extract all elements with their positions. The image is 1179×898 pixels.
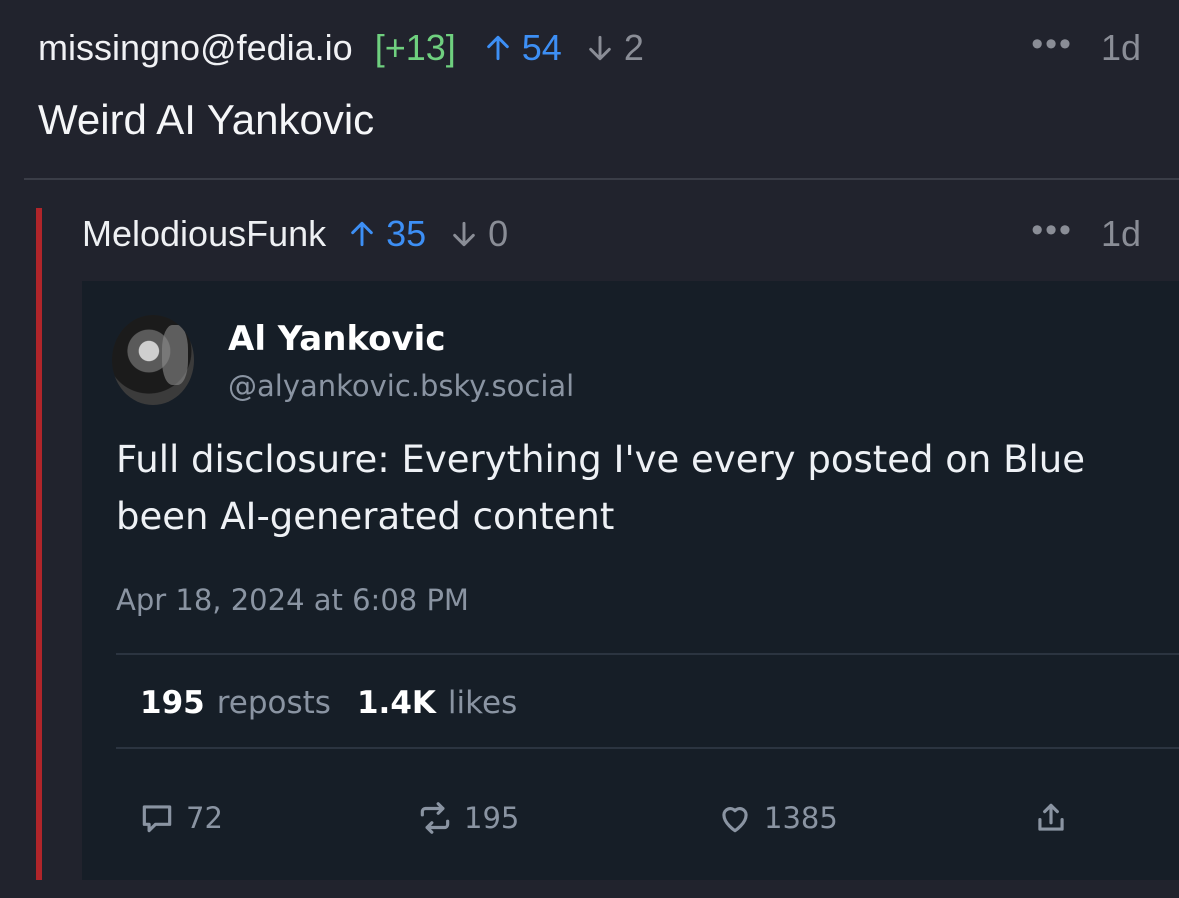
embed-share	[1032, 799, 1080, 837]
reply-icon	[142, 805, 172, 833]
embed-reply: 72	[138, 799, 223, 837]
reposts-count: 195	[140, 685, 205, 721]
embed-handle: @alyankovic.bsky.social	[228, 369, 575, 403]
post-author-link[interactable]: missingno@fedia.io	[38, 27, 353, 69]
repost-icon	[420, 802, 450, 834]
comment-age: 1d	[1100, 213, 1141, 254]
heart-icon	[722, 807, 748, 833]
reply-count: 72	[186, 801, 223, 835]
post-title[interactable]: Weird AI Yankovic	[38, 96, 374, 144]
embed-text-line: been AI-generated content	[116, 495, 615, 538]
repost-count: 195	[464, 801, 520, 835]
embed-display-name: Al Yankovic	[228, 319, 446, 359]
comment-header: MelodiousFunk 35 0	[82, 212, 508, 256]
comment-downvote-count: 0	[488, 213, 509, 254]
arrow-up-icon	[351, 221, 373, 247]
divider	[24, 178, 1179, 180]
likes-label: likes	[447, 685, 518, 721]
arrow-down-icon	[453, 221, 475, 247]
embed-like: 1385	[716, 799, 838, 837]
post-score: [+13]	[374, 27, 456, 68]
more-icon[interactable]: •••	[1031, 25, 1073, 64]
avatar	[112, 315, 194, 405]
post-age: 1d	[1100, 27, 1141, 68]
post-upvote-button[interactable]: 54	[482, 27, 562, 69]
likes-count: 1.4K	[356, 685, 436, 721]
post-downvote-count: 2	[623, 27, 644, 68]
comment-upvote-count: 35	[386, 213, 427, 254]
embed-text: Full disclosure: Everything I've every p…	[116, 431, 1179, 545]
divider	[116, 653, 1179, 655]
post-meta: ••• 1d	[1031, 25, 1141, 70]
comment-thread-rail[interactable]	[36, 208, 42, 880]
arrow-down-icon	[589, 35, 611, 61]
embed-actions: 72 195 1385	[82, 799, 1179, 839]
share-icon	[1038, 803, 1064, 831]
reposts-label: reposts	[216, 685, 331, 721]
post-downvote-button[interactable]: 2	[584, 27, 644, 69]
embed-text-line: Full disclosure: Everything I've every p…	[116, 438, 1085, 481]
post-header: missingno@fedia.io [+13] 54 2	[38, 26, 644, 70]
embed-stats: 195 reposts 1.4K likes	[140, 685, 517, 721]
like-count: 1385	[764, 801, 838, 835]
comment-upvote-button[interactable]: 35	[346, 213, 426, 255]
divider	[116, 747, 1179, 749]
comment-meta: ••• 1d	[1031, 211, 1141, 256]
more-icon[interactable]: •••	[1031, 211, 1073, 250]
comment-downvote-button[interactable]: 0	[448, 213, 508, 255]
embed-repost: 195	[416, 799, 519, 837]
post-upvote-count: 54	[521, 27, 562, 68]
embedded-post-image[interactable]: Al Yankovic @alyankovic.bsky.social Full…	[82, 281, 1179, 880]
comment-author-link[interactable]: MelodiousFunk	[82, 213, 326, 255]
arrow-up-icon	[486, 35, 509, 61]
embed-timestamp: Apr 18, 2024 at 6:08 PM	[116, 583, 469, 617]
